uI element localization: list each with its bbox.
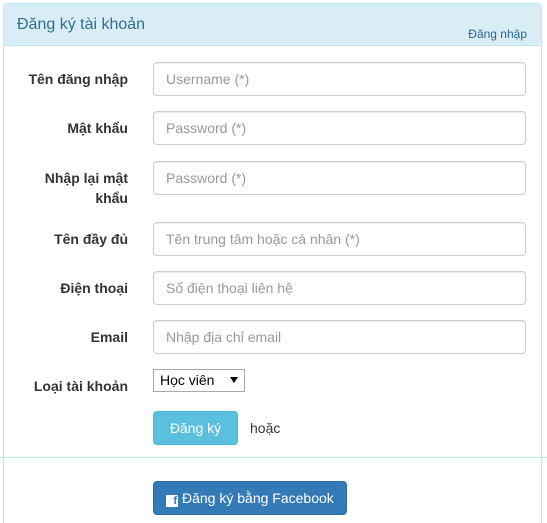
confirm-password-input[interactable]	[153, 161, 526, 195]
account-type-label: Loại tài khoản	[33, 378, 128, 394]
confirm-password-label: Nhập lại mật khẩu	[8, 168, 128, 208]
account-type-select[interactable]: Học viên	[153, 369, 245, 392]
email-label: Email	[90, 329, 128, 345]
email-input[interactable]	[153, 320, 526, 354]
account-type-selected: Học viên	[160, 372, 215, 388]
phone-input[interactable]	[153, 271, 526, 305]
username-label: Tên đăng nhập	[28, 71, 128, 87]
panel-divider	[0, 457, 547, 458]
password-label: Mật khẩu	[67, 120, 128, 136]
full-name-label: Tên đầy đủ	[54, 231, 128, 247]
login-link[interactable]: Đăng nhập	[468, 27, 527, 41]
phone-label: Điện thoại	[60, 280, 128, 296]
facebook-icon: f	[166, 495, 178, 507]
or-text: hoặc	[250, 420, 281, 436]
panel-heading: Đăng ký tài khoản Đăng nhập	[4, 4, 541, 46]
confirm-password-label-line2: khẩu	[95, 190, 128, 206]
dropdown-arrow-icon	[230, 377, 238, 383]
password-input[interactable]	[153, 111, 526, 145]
register-button[interactable]: Đăng ký	[153, 411, 238, 445]
facebook-register-button[interactable]: f Đăng ký bằng Facebook	[153, 481, 347, 515]
confirm-password-label-line1: Nhập lại mật	[44, 170, 128, 186]
full-name-input[interactable]	[153, 222, 526, 256]
facebook-button-label: Đăng ký bằng Facebook	[182, 490, 334, 506]
panel-title: Đăng ký tài khoản	[17, 16, 146, 33]
username-input[interactable]	[153, 62, 526, 96]
